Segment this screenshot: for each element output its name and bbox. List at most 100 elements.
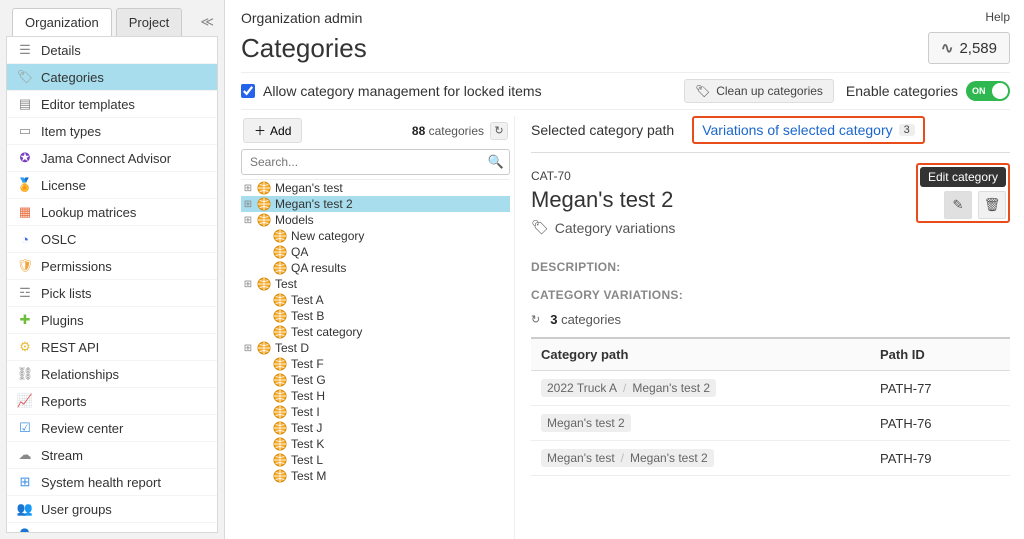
tree-item[interactable]: Test A xyxy=(241,292,510,308)
cleanup-button[interactable]: 🏷 Clean up categories xyxy=(684,79,834,103)
sidebar-item-lookup-matrices[interactable]: ▦Lookup matrices xyxy=(7,199,217,226)
col-path-id[interactable]: Path ID xyxy=(870,338,1010,371)
sidebar-item-label: License xyxy=(41,178,86,193)
tree-item[interactable]: Test L xyxy=(241,452,510,468)
tree-item-label: Test K xyxy=(291,437,324,451)
tree-item-label: Test H xyxy=(291,389,325,403)
sidebar-item-label: User groups xyxy=(41,502,112,517)
sidebar-item-label: Review center xyxy=(41,421,123,436)
sidebar-item-editor-templates[interactable]: ▤Editor templates xyxy=(7,91,217,118)
tree-item[interactable]: Test J xyxy=(241,420,510,436)
sidebar-item-oslc[interactable]: ◔OSLC xyxy=(7,226,217,253)
table-row[interactable]: Megan's test/Megan's test 2PATH-79 xyxy=(531,441,1010,476)
sidebar-item-plugins[interactable]: ✚Plugins xyxy=(7,307,217,334)
enable-categories-toggle[interactable]: ON xyxy=(966,81,1010,101)
expander-icon[interactable]: ⊞ xyxy=(243,199,253,210)
tree-item[interactable]: Test H xyxy=(241,388,510,404)
ic-details-icon: ☰ xyxy=(17,42,33,58)
cell-category-path: 2022 Truck A/Megan's test 2 xyxy=(531,371,870,406)
search-input[interactable] xyxy=(241,149,510,175)
sidebar-item-label: Categories xyxy=(41,70,104,85)
category-variations-label: Category variations xyxy=(555,220,676,236)
sidebar-item-label: Editor templates xyxy=(41,97,135,112)
tab-project[interactable]: Project xyxy=(116,8,182,36)
toggle-on-text: ON xyxy=(972,86,986,96)
collapse-sidebar-icon[interactable]: ≪ xyxy=(200,14,214,30)
sidebar-item-stream[interactable]: ☁Stream xyxy=(7,442,217,469)
table-refresh-button[interactable]: ↻ xyxy=(531,313,540,326)
table-row[interactable]: Megan's test 2PATH-76 xyxy=(531,406,1010,441)
sidebar-item-license[interactable]: 🏅License xyxy=(7,172,217,199)
tree-item[interactable]: ⊞Models xyxy=(241,212,510,228)
tree-item[interactable]: Test I xyxy=(241,404,510,420)
expander-icon[interactable]: ⊞ xyxy=(243,343,253,354)
page-title: Categories xyxy=(241,33,367,64)
tree-item-label: Test category xyxy=(291,325,362,339)
sidebar-item-categories[interactable]: 🏷Categories xyxy=(7,64,217,91)
variations-count-badge: 3 xyxy=(899,124,915,136)
allow-checkbox[interactable] xyxy=(241,84,255,98)
sidebar-item-relationships[interactable]: ⛓Relationships xyxy=(7,361,217,388)
globe-icon xyxy=(257,181,271,195)
table-row[interactable]: 2022 Truck A/Megan's test 2PATH-77 xyxy=(531,371,1010,406)
ic-stream-icon: ☁ xyxy=(17,447,33,463)
count-value: 2,589 xyxy=(959,40,997,57)
tree-item[interactable]: ⊞Megan's test 2 xyxy=(241,196,510,212)
sidebar-item-review-center[interactable]: ☑Review center xyxy=(7,415,217,442)
sidebar-item-jama-connect-advisor[interactable]: ✪Jama Connect Advisor xyxy=(7,145,217,172)
sidebar-item-user-groups[interactable]: 👥User groups xyxy=(7,496,217,523)
ic-rep-icon: 📈 xyxy=(17,393,33,409)
tab-variations[interactable]: Variations of selected category 3 xyxy=(692,116,925,144)
help-link[interactable]: Help xyxy=(985,10,1010,24)
tree-item[interactable]: ⊞Test xyxy=(241,276,510,292)
edit-button[interactable]: ✎ xyxy=(944,191,972,219)
tree-refresh-button[interactable]: ↻ xyxy=(490,122,508,140)
cell-category-path: Megan's test 2 xyxy=(531,406,870,441)
tree-item[interactable]: Test G xyxy=(241,372,510,388)
tree-item[interactable]: Test B xyxy=(241,308,510,324)
tree-item[interactable]: Test K xyxy=(241,436,510,452)
tree-item-label: Test F xyxy=(291,357,324,371)
edit-cluster: Edit category ✎ 🗑 xyxy=(916,163,1010,223)
col-category-path[interactable]: Category path xyxy=(531,338,870,371)
path-segment: Megan's test 2 xyxy=(630,451,708,465)
breadcrumb: Organization admin xyxy=(241,10,362,26)
tree-item-label: Test L xyxy=(291,453,323,467)
ic-oslc-icon: ◔ xyxy=(17,231,33,247)
sidebar-item-pick-lists[interactable]: ☲Pick lists xyxy=(7,280,217,307)
tree-item[interactable]: QA xyxy=(241,244,510,260)
sidebar-item-reports[interactable]: 📈Reports xyxy=(7,388,217,415)
sidebar-item-permissions[interactable]: 🛡Permissions xyxy=(7,253,217,280)
tab-selected-path[interactable]: Selected category path xyxy=(531,122,674,138)
sidebar-item-label: Lookup matrices xyxy=(41,205,136,220)
tree-item[interactable]: ⊞Megan's test xyxy=(241,180,510,196)
tree-item[interactable]: Test category xyxy=(241,324,510,340)
path-chip: Megan's test 2 xyxy=(541,414,631,432)
tree-item[interactable]: Test M xyxy=(241,468,510,484)
tree-item[interactable]: QA results xyxy=(241,260,510,276)
add-category-button[interactable]: ＋ Add xyxy=(243,118,302,143)
tag-icon: 🏷 xyxy=(531,219,549,236)
globe-icon xyxy=(273,325,287,339)
sidebar-item-system-health-report[interactable]: ⊞System health report xyxy=(7,469,217,496)
tree-item[interactable]: ⊞Test D xyxy=(241,340,510,356)
sidebar-item-details[interactable]: ☰Details xyxy=(7,37,217,64)
sidebar-item-rest-api[interactable]: ⚙REST API xyxy=(7,334,217,361)
sidebar-item-users[interactable]: 👤Users xyxy=(7,523,217,533)
path-sep-icon: / xyxy=(619,451,626,465)
tree-item[interactable]: New category xyxy=(241,228,510,244)
expander-icon[interactable]: ⊞ xyxy=(243,215,253,226)
tree-count: 88 categories xyxy=(412,124,484,138)
sidebar-item-label: REST API xyxy=(41,340,99,355)
tree-item-label: QA results xyxy=(291,261,346,275)
sidebar-item-item-types[interactable]: ▭Item types xyxy=(7,118,217,145)
sidebar-item-label: Item types xyxy=(41,124,101,139)
expander-icon[interactable]: ⊞ xyxy=(243,279,253,290)
count-button[interactable]: ∿ 2,589 xyxy=(928,32,1010,64)
globe-icon xyxy=(257,277,271,291)
delete-button[interactable]: 🗑 xyxy=(978,191,1006,219)
expander-icon[interactable]: ⊞ xyxy=(243,183,253,194)
tree-item[interactable]: Test F xyxy=(241,356,510,372)
tab-organization[interactable]: Organization xyxy=(12,8,112,36)
ic-advisor-icon: ✪ xyxy=(17,150,33,166)
